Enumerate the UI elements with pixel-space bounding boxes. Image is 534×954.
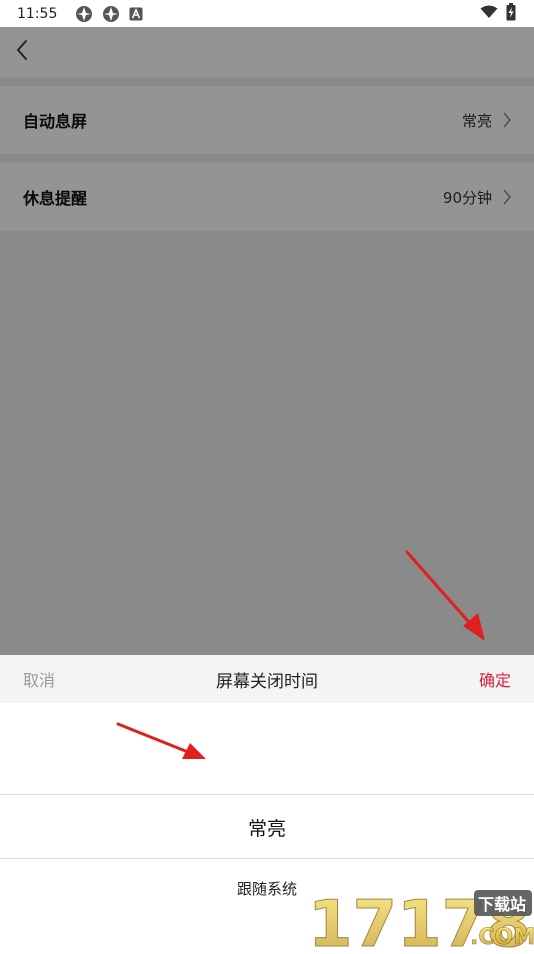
- app-notification-icon: [102, 5, 120, 23]
- confirm-button[interactable]: 确定: [479, 667, 511, 691]
- section-divider: [0, 154, 534, 163]
- setting-label: 自动息屏: [23, 112, 88, 131]
- app-notification-icon: [75, 5, 93, 23]
- wifi-icon: [480, 4, 498, 23]
- settings-page: 自动息屏 常亮 休息提醒 90分钟: [0, 27, 534, 655]
- picker-selection-line-bottom: [0, 858, 534, 859]
- setting-row-auto-screen-off[interactable]: 自动息屏 常亮: [0, 86, 534, 154]
- screen-off-time-picker[interactable]: 常亮 跟随系统: [0, 703, 534, 950]
- back-button[interactable]: [10, 39, 34, 65]
- chevron-left-icon: [15, 39, 29, 65]
- picker-header: 取消 屏幕关闭时间 确定: [0, 655, 534, 703]
- page-background: [0, 231, 534, 655]
- cancel-button[interactable]: 取消: [23, 667, 55, 691]
- setting-value: 常亮: [461, 111, 492, 130]
- setting-value: 90分钟: [442, 188, 492, 207]
- nav-bar: [0, 27, 534, 77]
- status-time: 11:55: [17, 5, 58, 22]
- setting-label: 休息提醒: [23, 189, 88, 208]
- picker-option[interactable]: 跟随系统: [0, 878, 534, 899]
- setting-row-rest-reminder[interactable]: 休息提醒 90分钟: [0, 163, 534, 231]
- status-bar: 11:55: [0, 0, 534, 27]
- a-letter-icon: [129, 7, 143, 21]
- picker-selection-line-top: [0, 794, 534, 795]
- chevron-right-icon: [502, 111, 512, 129]
- battery-charging-icon: [506, 2, 516, 25]
- chevron-right-icon: [502, 188, 512, 206]
- picker-option-selected[interactable]: 常亮: [0, 814, 534, 841]
- picker-title: 屏幕关闭时间: [216, 671, 318, 692]
- section-divider: [0, 77, 534, 86]
